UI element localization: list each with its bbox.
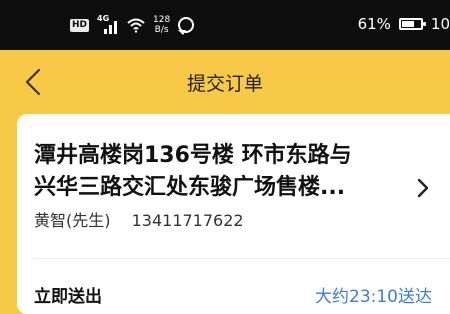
speed-unit: B/s xyxy=(154,25,169,35)
delivery-option[interactable]: 立即送出 xyxy=(34,282,102,307)
chevron-right-icon[interactable] xyxy=(417,178,429,198)
hd-badge: HD xyxy=(70,18,90,32)
status-left-icons: HD 4G 128 B/s xyxy=(70,14,195,35)
address-card[interactable]: 潭井高楼岗136号楼 环市东路与 兴华三路交汇处东骏广场售楼... 黄智(先生)… xyxy=(17,114,450,314)
speed-value: 128 xyxy=(153,15,171,25)
contact-phone: 13411717622 xyxy=(131,211,244,230)
contact-name: 黄智(先生) xyxy=(34,211,111,230)
delivery-eta[interactable]: 大约23:10送达 xyxy=(315,282,432,307)
address-line-2: 兴华三路交汇处东骏广场售楼... xyxy=(34,175,346,200)
battery-icon xyxy=(398,18,426,30)
status-right: 61% 10 xyxy=(358,15,450,33)
divider xyxy=(34,258,450,259)
nav-bar: 提交订单 xyxy=(0,50,450,114)
network-speed: 128 B/s xyxy=(153,15,170,35)
chat-notification-icon xyxy=(178,17,195,35)
page-title: 提交订单 xyxy=(186,73,263,95)
address-line-1: 潭井高楼岗136号楼 环市东路与 xyxy=(34,143,352,168)
signal-icon: 4G xyxy=(97,14,119,34)
clock: 10 xyxy=(430,15,450,33)
status-bar: HD 4G 128 B/s 61% 10 xyxy=(0,0,450,50)
delivery-address: 潭井高楼岗136号楼 环市东路与 兴华三路交汇处东骏广场售楼... xyxy=(34,140,450,204)
wifi-icon xyxy=(127,18,145,33)
contact-info: 黄智(先生) 13411717622 xyxy=(34,207,244,231)
battery-percent: 61% xyxy=(357,15,391,33)
